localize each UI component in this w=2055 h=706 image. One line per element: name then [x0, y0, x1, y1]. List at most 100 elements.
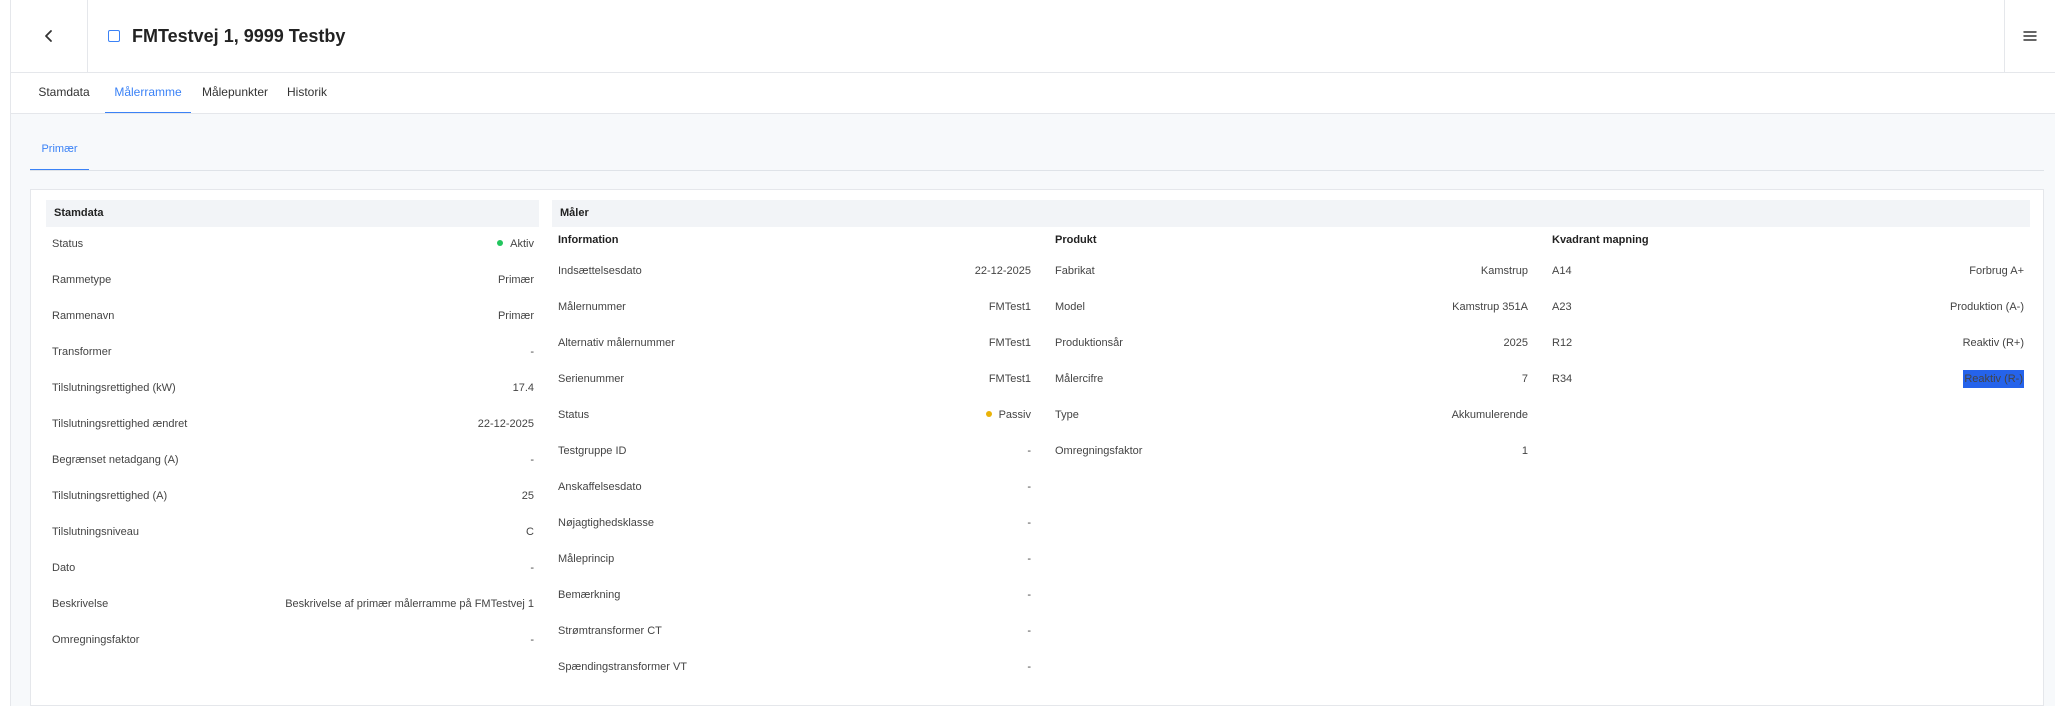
row-label: R34 [1552, 373, 1573, 385]
information-row: Målernummer FMTest1 [558, 298, 1031, 316]
row-label: Målercifre [1055, 373, 1104, 385]
row-label: Status [52, 238, 84, 250]
status-value: Aktiv [497, 235, 534, 253]
stamdata-row: Tilslutningsrettighed (A) 25 [52, 487, 534, 505]
selected-text[interactable]: Reaktiv (R-) [1963, 370, 2024, 388]
stamdata-row: Tilslutningsrettighed ændret 22-12-2025 [52, 415, 534, 433]
row-value: Kamstrup [1480, 265, 1528, 277]
stamdata-row: Dato - [52, 559, 534, 577]
row-label: A23 [1552, 301, 1572, 313]
information-row: Måleprincip - [558, 550, 1031, 568]
information-row: Anskaffelsesdato - [558, 478, 1031, 496]
row-value: - [1027, 517, 1031, 529]
row-value: Primær [497, 310, 534, 322]
row-value: FMTest1 [988, 373, 1031, 385]
kvadrant-row: A14 Forbrug A+ [1552, 262, 2024, 280]
produkt-row: Målercifre 7 [1055, 370, 1528, 388]
kvadrant-row: A23 Produktion (A-) [1552, 298, 2024, 316]
square-icon [108, 30, 120, 42]
status-text: Aktiv [510, 238, 534, 250]
row-value: Kamstrup 351A [1452, 301, 1528, 313]
row-value: Forbrug A+ [1969, 265, 2024, 277]
information-row: Bemærkning - [558, 586, 1031, 604]
row-label: Nøjagtighedsklasse [558, 517, 654, 529]
row-label: Alternativ målernummer [558, 337, 675, 349]
hamburger-menu-icon [2023, 31, 2037, 41]
row-label: A14 [1552, 265, 1572, 277]
row-value: C [526, 526, 534, 538]
row-label: Serienummer [558, 373, 625, 385]
tab-maalepunkter[interactable]: Målepunkter [199, 73, 271, 113]
information-row: Alternativ målernummer FMTest1 [558, 334, 1031, 352]
menu-button[interactable] [2004, 0, 2055, 72]
back-button[interactable] [11, 0, 88, 72]
kvadrant-title: Kvadrant mapning [1552, 234, 1649, 246]
row-value: FMTest1 [988, 337, 1031, 349]
produkt-row: Produktionsår 2025 [1055, 334, 1528, 352]
row-value: - [1027, 661, 1031, 673]
page-header: FMTestvej 1, 9999 Testby [11, 0, 2055, 73]
tab-maalerramme[interactable]: Målerramme [105, 73, 191, 113]
row-value: - [1027, 445, 1031, 457]
row-label: Tilslutningsrettighed (kW) [52, 382, 176, 394]
row-value: 22-12-2025 [974, 265, 1031, 277]
row-label: Omregningsfaktor [1055, 445, 1143, 457]
row-label: Status [558, 409, 590, 421]
produkt-row: Omregningsfaktor 1 [1055, 442, 1528, 460]
row-label: Indsættelsesdato [558, 265, 642, 277]
stamdata-row: Status Aktiv [52, 235, 534, 253]
row-value: - [530, 562, 534, 574]
sub-tabs: Primær [30, 130, 2044, 171]
produkt-row: Type Akkumulerende [1055, 406, 1528, 424]
information-row: Indsættelsesdato 22-12-2025 [558, 262, 1031, 280]
status-value: Passiv [985, 406, 1031, 424]
row-value: 22-12-2025 [477, 418, 534, 430]
row-label: Strømtransformer CT [558, 625, 662, 637]
stamdata-row: Beskrivelse Beskrivelse af primær målerr… [52, 595, 534, 613]
stamdata-row: Begrænset netadgang (A) - [52, 451, 534, 469]
title-wrap: FMTestvej 1, 9999 Testby [108, 0, 345, 72]
page-title: FMTestvej 1, 9999 Testby [132, 25, 346, 46]
row-label: Bemærkning [558, 589, 621, 601]
row-label: Målernummer [558, 301, 626, 313]
stamdata-row: Rammetype Primær [52, 271, 534, 289]
row-label: Testgruppe ID [558, 445, 627, 457]
tab-historik[interactable]: Historik [282, 73, 332, 113]
row-value: Produktion (A-) [1950, 301, 2024, 313]
information-row: Strømtransformer CT - [558, 622, 1031, 640]
row-label: Beskrivelse [52, 598, 109, 610]
row-label: Begrænset netadgang (A) [52, 454, 179, 466]
chevron-left-icon [45, 30, 52, 42]
row-label: Måleprincip [558, 553, 615, 565]
status-text: Passiv [998, 409, 1031, 421]
information-row: Spændingstransformer VT - [558, 658, 1031, 676]
row-value: FMTest1 [988, 301, 1031, 313]
tab-stamdata[interactable]: Stamdata [34, 73, 94, 113]
information-row: Testgruppe ID - [558, 442, 1031, 460]
row-label: Fabrikat [1055, 265, 1095, 277]
row-label: Anskaffelsesdato [558, 481, 642, 493]
row-value: Reaktiv (R+) [1962, 337, 2024, 349]
stamdata-row: Tilslutningsrettighed (kW) 17.4 [52, 379, 534, 397]
row-label: Tilslutningsniveau [52, 526, 140, 538]
kvadrant-row: R34 Reaktiv (R-) [1552, 370, 2024, 388]
row-value: - [530, 346, 534, 358]
row-label: Produktionsår [1055, 337, 1123, 349]
row-label: Tilslutningsrettighed (A) [52, 490, 168, 502]
information-row: Serienummer FMTest1 [558, 370, 1031, 388]
stamdata-row: Rammenavn Primær [52, 307, 534, 325]
row-label: Tilslutningsrettighed ændret [52, 418, 188, 430]
row-value: 25 [521, 490, 534, 502]
row-label: Spændingstransformer VT [558, 661, 687, 673]
kvadrant-row: R12 Reaktiv (R+) [1552, 334, 2024, 352]
information-row: Nøjagtighedsklasse - [558, 514, 1031, 532]
row-value: - [1027, 625, 1031, 637]
stamdata-row: Tilslutningsniveau C [52, 523, 534, 541]
row-value: Akkumulerende [1451, 409, 1528, 421]
row-value: - [1027, 553, 1031, 565]
row-value: - [1027, 589, 1031, 601]
main-tabs: Stamdata Målerramme Målepunkter Historik [11, 73, 2055, 114]
status-dot-icon [497, 240, 504, 247]
subtab-primaer[interactable]: Primær [30, 130, 89, 170]
status-dot-icon [985, 411, 992, 418]
